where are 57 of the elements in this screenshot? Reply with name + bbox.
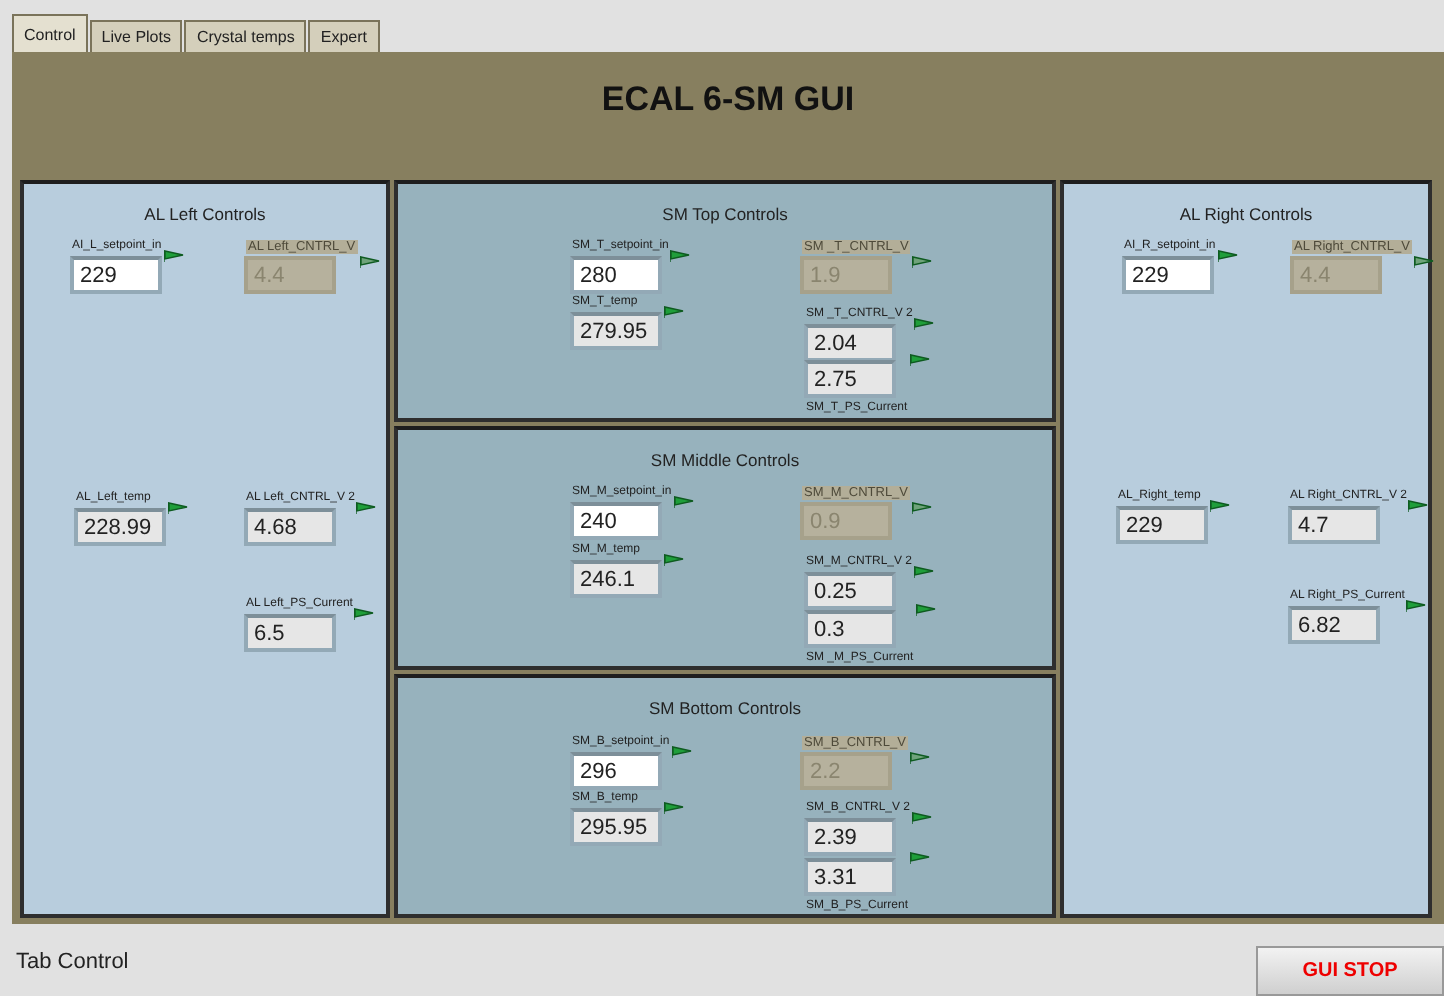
flag-icon xyxy=(356,501,377,513)
flag-icon xyxy=(664,802,684,815)
gui-stop-button[interactable]: GUI STOP xyxy=(1256,946,1444,996)
numeric-display: 3.31 xyxy=(804,858,896,897)
numeric-display: 229 xyxy=(1116,505,1208,543)
numeric-input[interactable]: 296 xyxy=(570,752,662,791)
tab[interactable]: Expert xyxy=(308,20,380,52)
flag-icon xyxy=(168,501,188,513)
flag-icon xyxy=(915,604,936,617)
flag-icon xyxy=(909,752,930,765)
panel-heading: SM Middle Controls xyxy=(648,448,802,475)
flag-icon xyxy=(910,852,931,865)
panel-heading: SM Top Controls xyxy=(660,201,790,227)
flag-icon xyxy=(664,305,684,317)
numeric-display: 4.68 xyxy=(244,507,336,545)
flag-icon xyxy=(1413,255,1434,267)
numeric-display: 279.95 xyxy=(570,311,662,349)
flag-icon xyxy=(912,502,933,515)
numeric-display: 0.25 xyxy=(804,572,896,611)
flag-icon xyxy=(912,255,933,267)
numeric-input[interactable]: 240 xyxy=(570,502,662,541)
numeric-input[interactable]: 229 xyxy=(1122,255,1214,293)
tab[interactable]: Crystal temps xyxy=(184,20,307,52)
flag-icon xyxy=(914,317,935,329)
flag-icon xyxy=(1217,249,1238,261)
numeric-display: 6.82 xyxy=(1288,605,1380,643)
numeric-display: 2.39 xyxy=(804,818,896,857)
numeric-display: 6.5 xyxy=(244,613,336,651)
numeric-input[interactable]: 280 xyxy=(570,255,662,293)
numeric-display: 228.99 xyxy=(74,507,166,545)
numeric-display: 246.1 xyxy=(570,560,662,599)
numeric-input[interactable]: 229 xyxy=(70,255,162,293)
panel-heading: AL Left Controls xyxy=(142,201,268,227)
flag-icon xyxy=(673,496,694,509)
flag-icon xyxy=(671,746,692,759)
flag-icon xyxy=(354,607,375,619)
flag-icon xyxy=(914,566,935,579)
flag-icon xyxy=(1406,599,1427,611)
flag-icon xyxy=(670,249,691,261)
panel-title: ECAL 6-SM GUI xyxy=(599,78,857,122)
flag-icon xyxy=(1408,499,1429,511)
flag-icon xyxy=(359,255,380,267)
tab[interactable]: Live Plots xyxy=(89,20,183,52)
numeric-display: 2.04 xyxy=(804,323,896,361)
flag-icon xyxy=(164,249,184,261)
panel-heading: SM Bottom Controls xyxy=(646,696,804,722)
flag-icon xyxy=(909,353,930,365)
numeric-display: 295.95 xyxy=(570,808,662,847)
panel-heading: AL Right Controls xyxy=(1177,201,1315,227)
tab-control-label: Tab Control xyxy=(16,948,129,978)
numeric-display: 4.7 xyxy=(1288,505,1380,543)
tab[interactable]: Control xyxy=(12,14,88,52)
flag-icon xyxy=(912,812,933,825)
numeric-display: 2.75 xyxy=(804,359,896,397)
numeric-display: 0.3 xyxy=(804,610,896,649)
flag-icon xyxy=(1210,499,1230,511)
flag-icon xyxy=(664,554,684,567)
